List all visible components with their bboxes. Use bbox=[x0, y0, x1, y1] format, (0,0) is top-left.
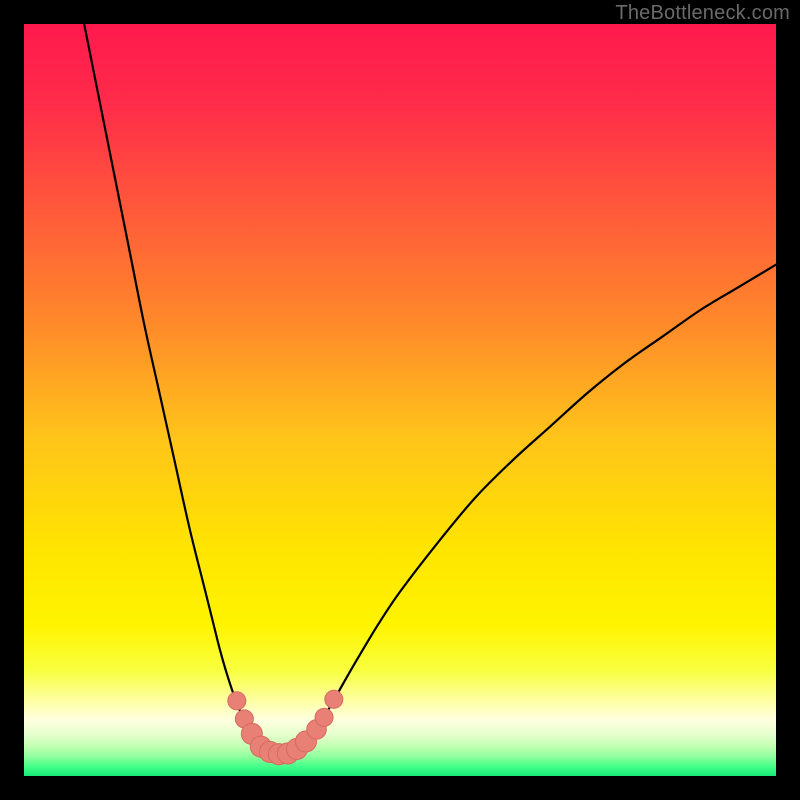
bottleneck-path bbox=[84, 24, 776, 754]
plot-frame bbox=[24, 24, 776, 776]
watermark-text: TheBottleneck.com bbox=[615, 2, 790, 25]
marker-dot bbox=[315, 708, 333, 726]
plot-area bbox=[24, 24, 776, 776]
marker-dot bbox=[228, 692, 246, 710]
curves-layer bbox=[24, 24, 776, 776]
marker-dot bbox=[325, 690, 343, 708]
curve-markers bbox=[228, 690, 343, 764]
bottleneck-curve bbox=[84, 24, 776, 754]
